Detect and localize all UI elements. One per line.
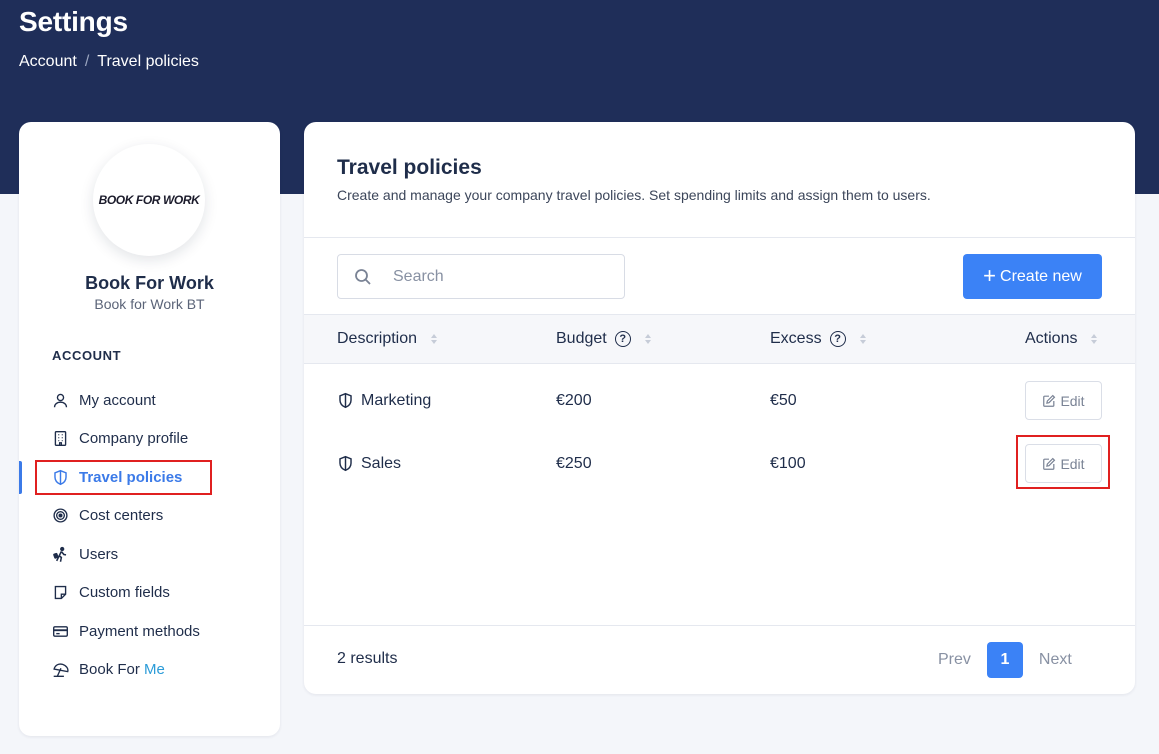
- credit-card-icon: [52, 623, 69, 640]
- sidebar-item-book-for-me[interactable]: Book For Me: [19, 651, 280, 690]
- sort-icon: [1091, 334, 1098, 344]
- sidebar-item-payment-methods[interactable]: Payment methods: [19, 612, 280, 651]
- table-header: Description Budget ? Excess ? Actions: [304, 314, 1135, 364]
- plus-icon: +: [983, 262, 997, 288]
- help-icon[interactable]: ?: [829, 331, 846, 347]
- sidebar-item-label-accent: Me: [144, 661, 165, 679]
- settings-sidebar: BOOK FOR WORK Book For Work Book for Wor…: [19, 122, 280, 736]
- divider: [304, 625, 1135, 626]
- user-icon: [52, 392, 69, 409]
- settings-nav: My account Company profile Travel polici…: [19, 381, 280, 689]
- building-icon: [52, 430, 69, 447]
- travel-policies-panel: Travel policies Create and manage your c…: [304, 122, 1135, 694]
- cell-budget: €200: [556, 391, 592, 409]
- sidebar-item-label: Cost centers: [79, 507, 164, 525]
- sort-icon: [431, 334, 438, 344]
- table-row: Sales €250 €100 Edit: [304, 432, 1135, 495]
- sidebar-item-company-profile[interactable]: Company profile: [19, 420, 280, 459]
- sidebar-item-label: Company profile: [79, 430, 189, 448]
- beach-umbrella-icon: [52, 661, 69, 678]
- breadcrumb: Account / Travel policies: [19, 53, 199, 71]
- help-icon[interactable]: ?: [614, 331, 631, 347]
- company-name: Book For Work: [85, 273, 214, 293]
- cell-description: Marketing: [337, 369, 431, 432]
- shield-icon: [337, 392, 354, 409]
- logo-text: BOOK FOR WORK: [98, 193, 200, 207]
- cell-description: Sales: [337, 432, 401, 495]
- column-header-actions[interactable]: Actions: [1025, 315, 1098, 363]
- next-page-button[interactable]: Next: [1039, 651, 1072, 669]
- search-input[interactable]: [393, 267, 613, 286]
- nav-section-title: ACCOUNT: [52, 348, 122, 363]
- edit-button[interactable]: Edit: [1025, 444, 1102, 483]
- create-new-label: Create new: [1000, 267, 1082, 285]
- table-row: Marketing €200 €50 Edit: [304, 369, 1135, 432]
- prev-page-button[interactable]: Prev: [938, 651, 971, 669]
- column-header-description[interactable]: Description: [337, 315, 438, 363]
- panel-title: Travel policies: [337, 156, 482, 179]
- results-count: 2 results: [337, 650, 398, 667]
- sidebar-item-label: Payment methods: [79, 622, 200, 640]
- breadcrumb-current: Travel policies: [97, 53, 199, 70]
- create-new-button[interactable]: + Create new: [963, 254, 1102, 299]
- search-icon: [353, 267, 373, 287]
- sidebar-item-label: Users: [79, 545, 119, 563]
- sidebar-item-label: My account: [79, 391, 156, 409]
- edit-icon: [1043, 457, 1056, 470]
- sidebar-item-label: Book For Me: [79, 661, 165, 679]
- cell-budget: €250: [556, 454, 592, 472]
- page-title: Settings: [19, 6, 128, 37]
- pagination: Prev 1 Next: [938, 642, 1072, 678]
- sort-icon: [859, 334, 866, 344]
- sidebar-item-my-account[interactable]: My account: [19, 381, 280, 420]
- edit-icon: [1043, 394, 1056, 407]
- sidebar-item-travel-policies[interactable]: Travel policies: [19, 458, 280, 497]
- edit-button[interactable]: Edit: [1025, 381, 1102, 420]
- sidebar-item-cost-centers[interactable]: Cost centers: [19, 497, 280, 536]
- page-button-current[interactable]: 1: [986, 642, 1023, 678]
- panel-subtitle: Create and manage your company travel po…: [337, 187, 931, 203]
- cell-excess: €50: [770, 391, 797, 409]
- highlight-frame: [35, 460, 212, 495]
- traveler-icon: [52, 546, 69, 563]
- breadcrumb-separator: /: [84, 53, 90, 70]
- cell-excess: €100: [770, 454, 806, 472]
- column-header-budget[interactable]: Budget ?: [556, 315, 651, 363]
- shield-icon: [337, 455, 354, 472]
- divider: [304, 237, 1135, 238]
- search-box[interactable]: [337, 254, 625, 299]
- sidebar-item-label: Custom fields: [79, 584, 170, 602]
- target-icon: [52, 507, 69, 524]
- company-logo: BOOK FOR WORK: [93, 144, 205, 256]
- column-header-excess[interactable]: Excess ?: [770, 315, 866, 363]
- sidebar-item-custom-fields[interactable]: Custom fields: [19, 574, 280, 613]
- note-icon: [52, 584, 69, 601]
- breadcrumb-account[interactable]: Account: [19, 53, 77, 71]
- sidebar-item-users[interactable]: Users: [19, 535, 280, 574]
- sort-icon: [644, 334, 651, 344]
- company-subtitle: Book for Work BT: [94, 296, 205, 312]
